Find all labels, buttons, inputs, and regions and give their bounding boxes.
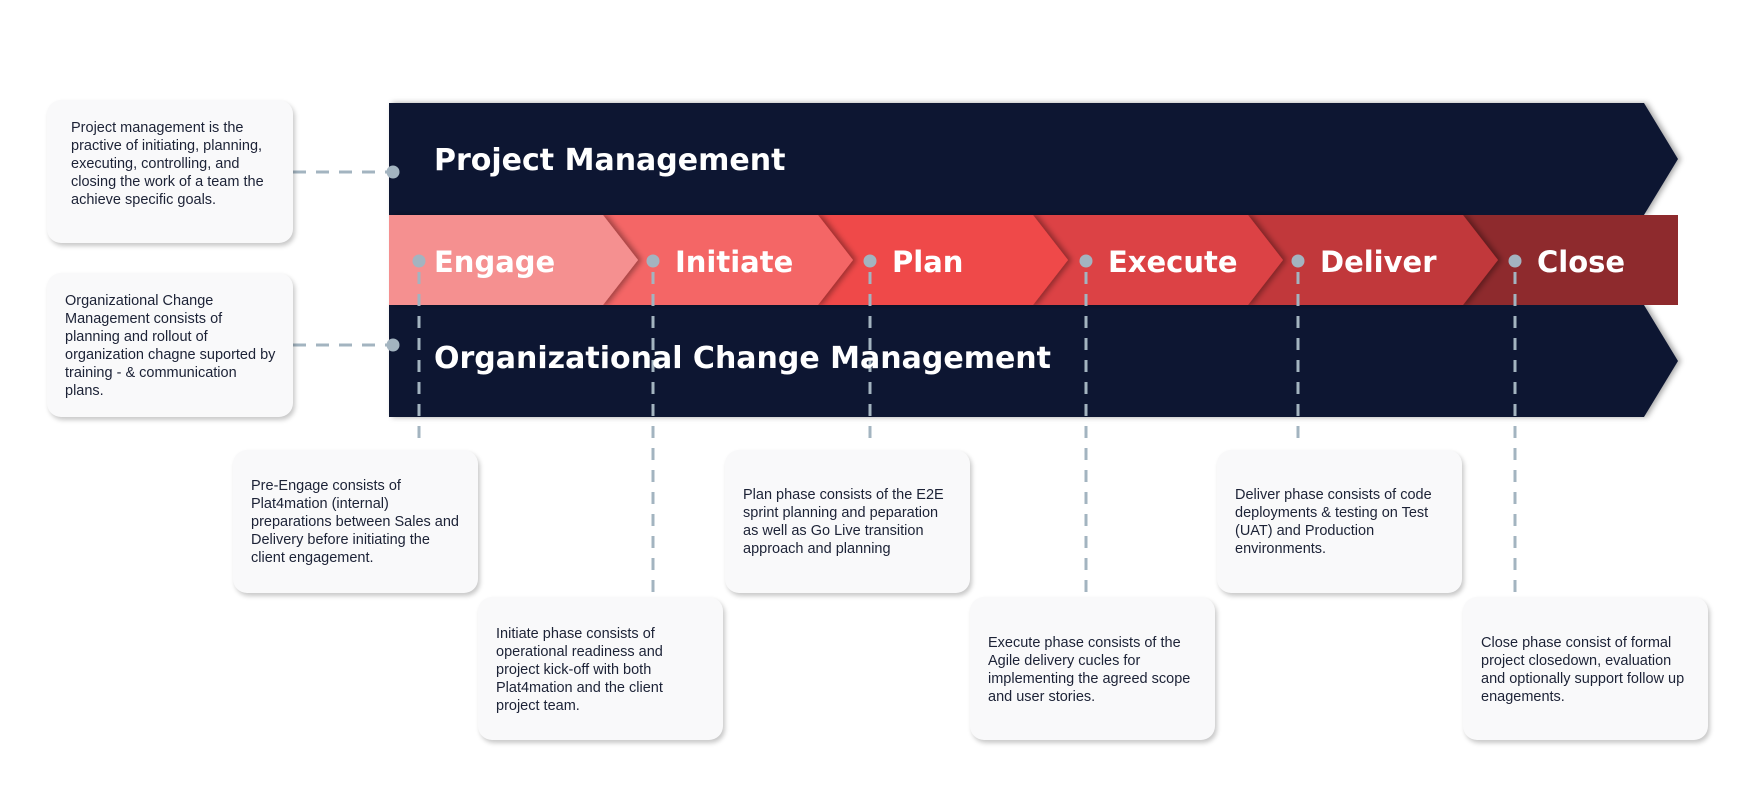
phase-dot	[1508, 254, 1522, 268]
org-change-management-label: Organizational Change Management	[434, 341, 1051, 376]
phase-note-text: Plan phase consists of the E2E sprint pl…	[743, 487, 944, 557]
phase-note-close: Close phase consist of formal project cl…	[1463, 597, 1708, 740]
phase-note-engage: Pre-Engage consists of Plat4mation (inte…	[233, 450, 478, 593]
org-change-management-note-text: Organizational Change Management consist…	[65, 293, 276, 399]
phase-dot	[646, 254, 660, 268]
phase-label-execute: Execute	[1108, 245, 1238, 279]
phase-dot	[1291, 254, 1305, 268]
phase-note-text: Close phase consist of formal project cl…	[1481, 635, 1685, 705]
phase-dot	[412, 254, 426, 268]
phase-note-initiate: Initiate phase consists of operational r…	[478, 597, 723, 740]
phase-dot	[1079, 254, 1093, 268]
project-management-note: Project management is the practive of in…	[47, 100, 293, 243]
pm-connector-dot	[386, 165, 400, 179]
phase-dot	[863, 254, 877, 268]
phase-note-text: Pre-Engage consists of Plat4mation (inte…	[251, 478, 459, 566]
phase-note-execute: Execute phase consists of the Agile deli…	[970, 597, 1215, 740]
ocm-connector-dot	[386, 338, 400, 352]
org-change-management-note: Organizational Change Management consist…	[47, 273, 293, 417]
project-management-label: Project Management	[434, 143, 785, 178]
connectors	[293, 165, 400, 352]
phase-label-deliver: Deliver	[1320, 245, 1437, 279]
phase-note-text: Execute phase consists of the Agile deli…	[988, 635, 1191, 705]
phase-note-text: Initiate phase consists of operational r…	[496, 626, 663, 714]
phase-note-plan: Plan phase consists of the E2E sprint pl…	[725, 450, 970, 593]
phase-label-plan: Plan	[892, 245, 963, 279]
phase-label-engage: Engage	[434, 245, 555, 279]
project-management-note-text: Project management is the practive of in…	[71, 120, 264, 208]
phase-note-deliver: Deliver phase consists of code deploymen…	[1217, 450, 1462, 593]
phase-label-close: Close	[1537, 245, 1625, 279]
phase-band	[389, 215, 1678, 305]
phase-note-text: Deliver phase consists of code deploymen…	[1235, 487, 1432, 557]
phase-label-initiate: Initiate	[675, 245, 793, 279]
